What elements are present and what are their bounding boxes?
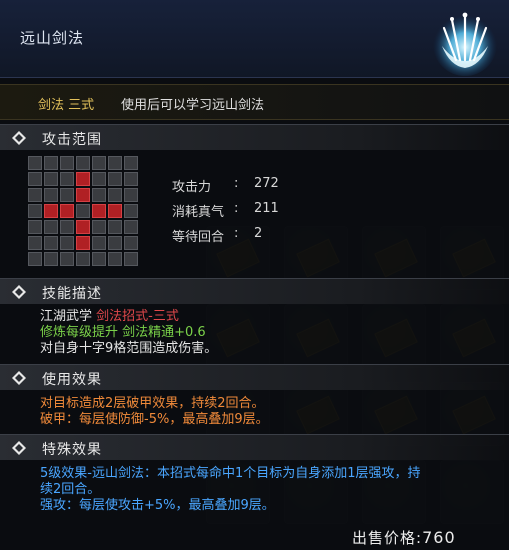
section-title: 攻击范围 [42,132,102,148]
range-cell [60,188,74,202]
range-cell [124,188,138,202]
section-title: 使用效果 [42,372,102,388]
range-cell [44,252,58,266]
stat-label: 等待回合 [172,230,225,245]
stat-value: 272 [254,176,279,191]
use-effect-line: 对目标造成2层破甲效果，持续2回合。 [40,396,265,411]
diamond-bullet-icon [12,441,26,455]
item-type: 剑法 三式 [38,98,95,113]
stat-colon: : [234,226,239,241]
range-cell [28,204,42,218]
range-cell [60,220,74,234]
range-cell [28,156,42,170]
diamond-bullet-icon [12,131,26,145]
skill-description-text: 江湖武学 剑法招式-三式 修炼每级提升 剑法精通+0.6 对自身十字9格范围造成… [40,309,217,357]
range-cell [108,220,122,234]
special-effect-line: 5级效果-远山剑法：本招式每命中1个目标为自身添加1层强攻，持 [40,466,421,481]
range-cell [28,188,42,202]
range-cell [44,236,58,250]
range-cell-hit [108,204,122,218]
skill-style: 剑法招式-三式 [96,309,179,324]
section-special-effect: 特殊效果 [0,434,509,460]
item-description: 使用后可以学习远山剑法 [121,98,265,113]
item-title: 远山剑法 [20,29,85,47]
range-cell [92,236,106,250]
use-effect-line: 破甲：每层使防御-5%，最高叠加9层。 [40,412,269,427]
tooltip-header: 远山剑法 [0,0,509,78]
range-cell [124,252,138,266]
range-cell [60,236,74,250]
range-cell [124,220,138,234]
range-cell-hit [44,204,58,218]
range-cell-hit [92,204,106,218]
price-label: 出售价格 [352,529,417,547]
skill-desc-line: 对自身十字9格范围造成伤害。 [40,341,218,356]
range-cell [92,172,106,186]
attack-range-grid [28,156,140,268]
stat-label: 攻击力 [172,180,212,195]
stat-label: 消耗真气 [172,205,225,220]
range-cell [44,188,58,202]
range-cell [108,172,122,186]
range-cell-hit [76,236,90,250]
diamond-bullet-icon [12,285,26,299]
range-cell [124,172,138,186]
special-effect-line: 续2回合。 [40,482,101,497]
range-cell [92,220,106,234]
stat-colon: : [234,201,239,216]
range-cell [28,172,42,186]
range-cell [124,156,138,170]
range-cell [44,172,58,186]
range-cell [92,188,106,202]
range-cell [108,236,122,250]
section-title: 技能描述 [42,286,102,302]
skill-desc-line: 修炼每级提升 剑法精通+0.6 [40,325,206,340]
skill-desc-line: 江湖武学 剑法招式-三式 [40,309,217,325]
stat-value: 2 [254,226,263,241]
stat-value: 211 [254,201,279,216]
range-cell [124,204,138,218]
range-cell [28,236,42,250]
range-cell [108,156,122,170]
skill-category: 江湖武学 [40,309,97,324]
section-skill-description: 技能描述 [0,278,509,304]
range-cell [92,252,106,266]
range-cell [44,156,58,170]
range-cell [124,236,138,250]
item-subtitle-row: 剑法 三式 使用后可以学习远山剑法 [0,84,509,120]
ice-sword-emblem-icon [433,12,497,76]
range-cell [108,252,122,266]
range-cell [28,252,42,266]
special-effect-text: 5级效果-远山剑法：本招式每命中1个目标为自身添加1层强攻，持 续2回合。 强攻… [40,466,421,514]
range-cell [76,252,90,266]
price-value: 760 [422,528,456,547]
section-use-effect: 使用效果 [0,364,509,390]
range-cell [92,156,106,170]
section-attack-range: 攻击范围 [0,124,509,150]
range-cell [28,220,42,234]
range-cell-hit [76,188,90,202]
stat-colon: : [234,176,239,191]
range-cell [60,172,74,186]
range-cell [60,252,74,266]
special-effect-line: 强攻：每层使攻击+5%，最高叠加9层。 [40,498,275,513]
range-cell [76,204,90,218]
range-cell [76,156,90,170]
range-cell-hit [76,220,90,234]
use-effect-text: 对目标造成2层破甲效果，持续2回合。 破甲：每层使防御-5%，最高叠加9层。 [40,396,269,428]
range-cell-hit [60,204,74,218]
range-cell [60,156,74,170]
range-cell [44,220,58,234]
item-tooltip-panel: 远山剑法 剑法 三式 使用后可以学习远山剑法 攻击范围 攻击力: 272 消耗… [0,0,509,550]
diamond-bullet-icon [12,371,26,385]
sell-price: 出售价格:760 [352,527,456,548]
range-cell-hit [76,172,90,186]
section-title: 特殊效果 [42,442,102,458]
range-cell [108,188,122,202]
